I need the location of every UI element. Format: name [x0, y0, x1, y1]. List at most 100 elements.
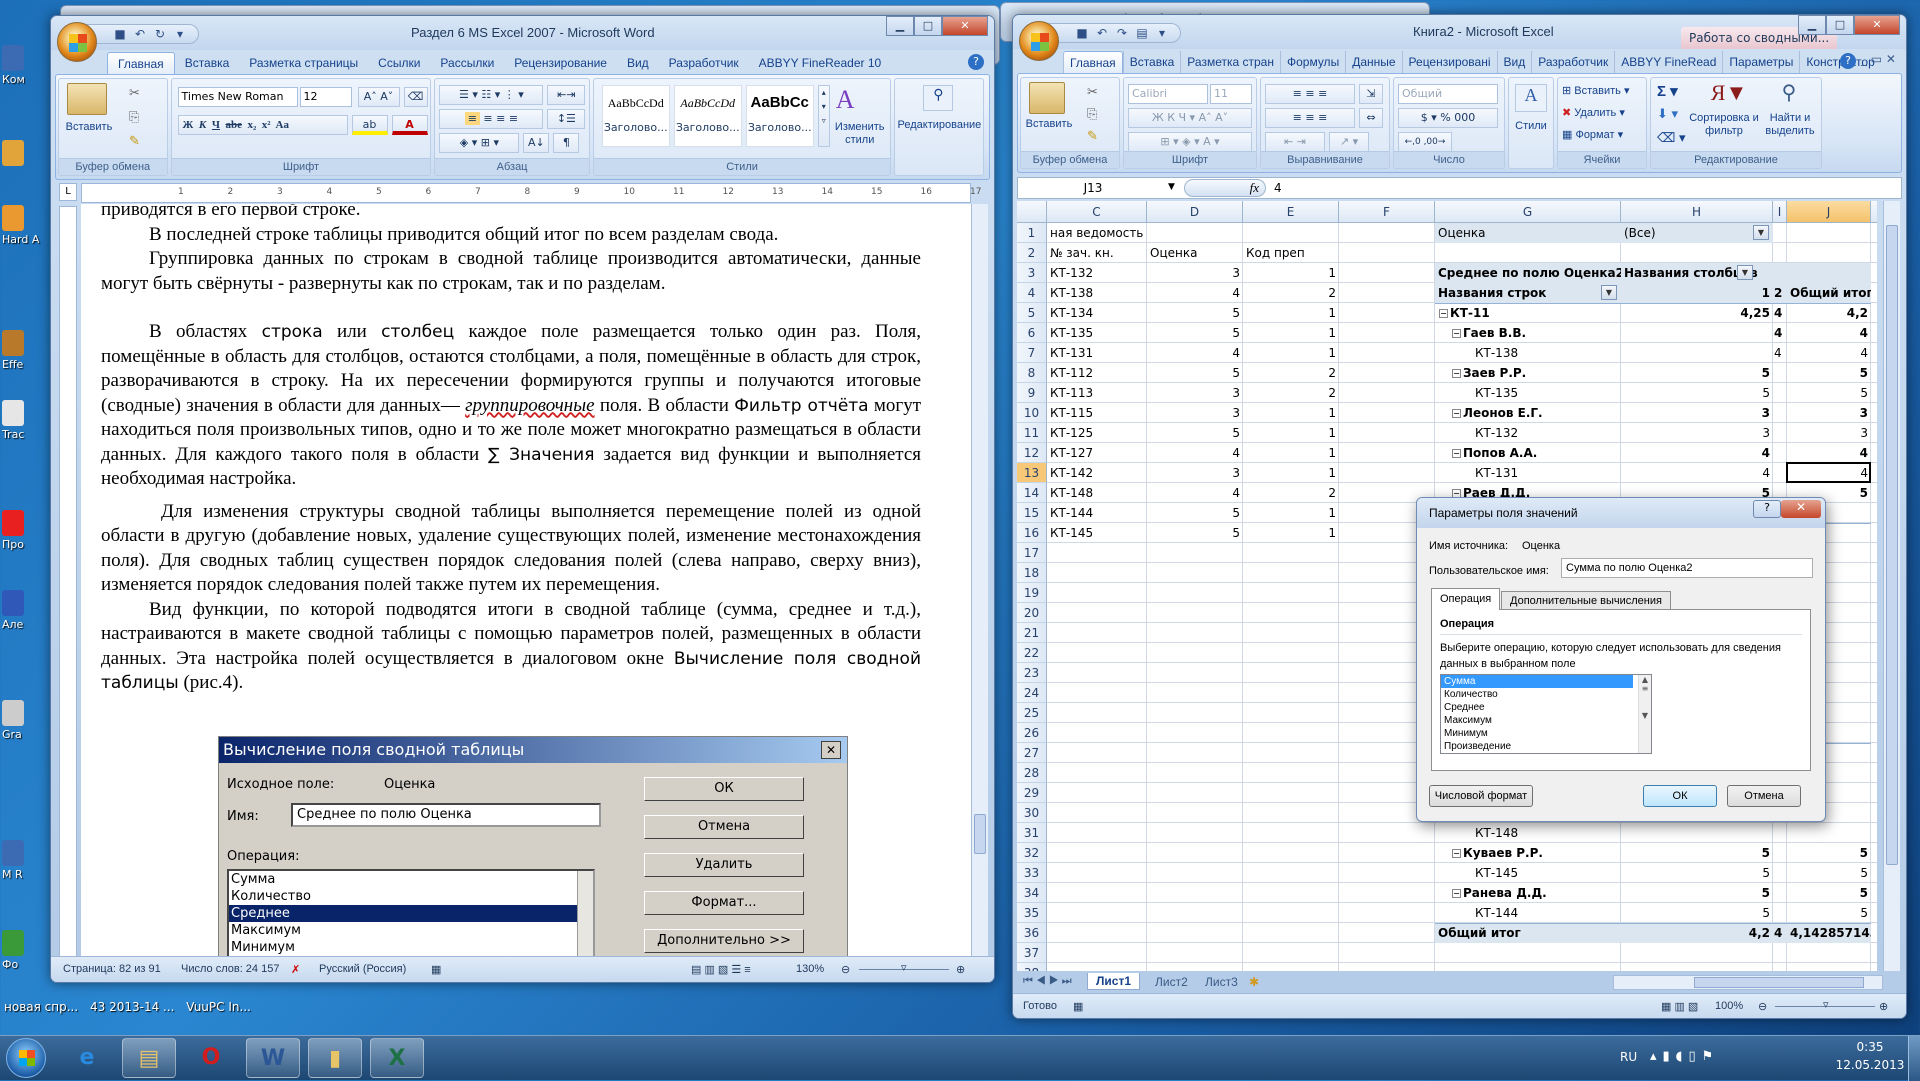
cell[interactable]: 1 — [1243, 263, 1339, 283]
cell[interactable]: КТ-138 — [1047, 283, 1147, 303]
cell[interactable]: 2 — [1243, 363, 1339, 383]
pivot-value-cell[interactable] — [1621, 343, 1773, 363]
row-header[interactable]: 15 — [1017, 503, 1047, 523]
find-select-button[interactable]: Найти и выделить — [1759, 112, 1821, 138]
collapse-icon[interactable]: − — [1452, 889, 1461, 898]
tab-6[interactable]: Рецензировані — [1401, 51, 1497, 73]
tab-operation[interactable]: Операция — [1431, 588, 1501, 610]
collapse-icon[interactable]: − — [1439, 309, 1448, 318]
change-styles-icon[interactable]: A — [836, 85, 855, 115]
operation-item[interactable]: Минимум — [1441, 727, 1633, 740]
pivot-row-labels[interactable]: Названия строк — [1435, 283, 1621, 303]
pivot-value-cell[interactable] — [1621, 323, 1773, 343]
pivot-value-cell[interactable] — [1773, 903, 1787, 923]
collapse-icon[interactable]: − — [1452, 849, 1461, 858]
cell[interactable]: 1 — [1243, 503, 1339, 523]
row-header[interactable]: 28 — [1017, 763, 1047, 783]
operation-item[interactable]: Произведение — [1441, 740, 1633, 753]
tab-5[interactable]: Рассылки — [430, 52, 504, 74]
undo-icon[interactable]: ↶ — [1094, 26, 1110, 40]
desktop-label[interactable]: VuuPC In... — [186, 1000, 251, 1014]
paste-icon[interactable] — [1029, 82, 1065, 114]
tab-additional-calculations[interactable]: Дополнительные вычисления — [1501, 591, 1671, 610]
row-header[interactable]: 17 — [1017, 543, 1047, 563]
vertical-scrollbar[interactable] — [971, 204, 988, 976]
row-header[interactable]: 9 — [1017, 383, 1047, 403]
pivot-value-cell[interactable]: 5 — [1621, 383, 1773, 403]
cell[interactable]: 1 — [1243, 463, 1339, 483]
row-header[interactable]: 30 — [1017, 803, 1047, 823]
close-button[interactable]: ✕ — [942, 16, 988, 36]
tab-1[interactable]: Главная — [1063, 51, 1123, 73]
pivot-value-cell[interactable] — [1773, 383, 1787, 403]
tab-8[interactable]: Разработчик — [1531, 51, 1614, 73]
line-spacing-button[interactable]: ↕☰ — [547, 109, 586, 129]
pivot-row-label[interactable]: КТ-145 — [1435, 863, 1621, 883]
fill-icon[interactable]: ⬇ ▾ — [1657, 106, 1678, 122]
sheet-tab-1[interactable]: Лист1 — [1087, 973, 1141, 990]
start-button[interactable] — [6, 1038, 46, 1078]
find-select-icon[interactable]: ⚲ — [1767, 80, 1811, 105]
row-header[interactable]: 16 — [1017, 523, 1047, 543]
scroll-thumb[interactable] — [1886, 225, 1898, 865]
clear-formatting-button[interactable]: ⌫ — [403, 87, 428, 107]
hscroll-thumb[interactable] — [1694, 977, 1864, 988]
pivot-total-cell[interactable]: 4,2 — [1787, 303, 1871, 323]
qat-dropdown-icon[interactable]: ▾ — [172, 27, 188, 41]
tab-8[interactable]: Разработчик — [659, 52, 749, 74]
row-header[interactable]: 8 — [1017, 363, 1047, 383]
cell[interactable]: 5 — [1147, 363, 1243, 383]
pivot-row-label[interactable]: − Ранева Д.Д. — [1435, 883, 1621, 903]
row-header[interactable]: 35 — [1017, 903, 1047, 923]
row-header[interactable]: 2 — [1017, 243, 1047, 263]
cell[interactable]: 3 — [1147, 383, 1243, 403]
align-left-icon[interactable]: ≡ — [464, 112, 480, 125]
cell[interactable]: КТ-132 — [1047, 263, 1147, 283]
copy-icon[interactable]: ⎘ — [129, 109, 139, 125]
pivot-row-label[interactable]: − Гаев В.В. — [1435, 323, 1621, 343]
pivot-row-label[interactable]: КТ-132 — [1435, 423, 1621, 443]
cell[interactable]: 1 — [1243, 343, 1339, 363]
language-indicator[interactable]: RU — [1620, 1050, 1637, 1064]
workbook-controls[interactable]: _ ▭ ✕ — [1861, 52, 1896, 66]
row-header[interactable]: 29 — [1017, 783, 1047, 803]
styles-icon[interactable]: A — [1515, 84, 1547, 112]
cancel-button[interactable]: Отмена — [1727, 785, 1801, 807]
cell[interactable]: 5 — [1147, 523, 1243, 543]
pivot-col-key[interactable]: Общий итог — [1787, 283, 1871, 303]
macro-icon[interactable]: ▦ — [1073, 1000, 1083, 1013]
cell[interactable]: 1 — [1243, 523, 1339, 543]
name-box[interactable]: J13 — [1018, 178, 1168, 198]
vertical-scrollbar[interactable] — [1883, 201, 1900, 971]
strikethrough-button[interactable]: abe — [225, 119, 242, 131]
indent-buttons[interactable]: ⇤⇥ — [547, 85, 586, 105]
row-header[interactable]: 21 — [1017, 623, 1047, 643]
binoculars-icon[interactable]: ⚲ — [923, 85, 954, 111]
number-format-button[interactable]: Числовой формат — [1429, 785, 1533, 807]
desktop-icon[interactable] — [2, 140, 52, 168]
tab-6[interactable]: Рецензирование — [504, 52, 617, 74]
save-icon[interactable]: ■ — [1074, 26, 1090, 40]
pivot-total-cell[interactable]: 4 — [1787, 343, 1871, 363]
tab-2[interactable]: Вставка — [175, 52, 240, 74]
tab-5[interactable]: Данные — [1345, 51, 1401, 73]
taskbar-opera-icon[interactable]: O — [184, 1038, 238, 1078]
taskbar-excel-icon[interactable]: X — [370, 1038, 424, 1078]
pivot-value-cell[interactable]: 4 — [1773, 303, 1787, 323]
align-buttons[interactable]: ≡ ≡ ≡ ≡ — [439, 109, 544, 129]
pivot-total-cell[interactable]: 5 — [1787, 903, 1871, 923]
cell[interactable]: 2 — [1243, 283, 1339, 303]
editing-button[interactable]: Редактирование — [895, 119, 983, 131]
cell[interactable]: КТ-127 — [1047, 443, 1147, 463]
maximize-button[interactable]: □ — [914, 16, 942, 36]
row-header[interactable]: 11 — [1017, 423, 1047, 443]
row-header[interactable]: 34 — [1017, 883, 1047, 903]
clear-icon[interactable]: ⌫ ▾ — [1657, 130, 1686, 146]
column-header[interactable]: K — [1871, 201, 1877, 223]
paste-button[interactable]: Вставить — [1021, 118, 1077, 130]
row-header[interactable]: 4 — [1017, 283, 1047, 303]
pivot-value-cell[interactable]: 5 — [1621, 843, 1773, 863]
tab-7[interactable]: Вид — [1496, 51, 1532, 73]
operation-item[interactable]: Количество — [1441, 688, 1633, 701]
operation-listbox[interactable]: Сумма Количество Среднее Максимум Минимум Про… — [1440, 674, 1652, 754]
